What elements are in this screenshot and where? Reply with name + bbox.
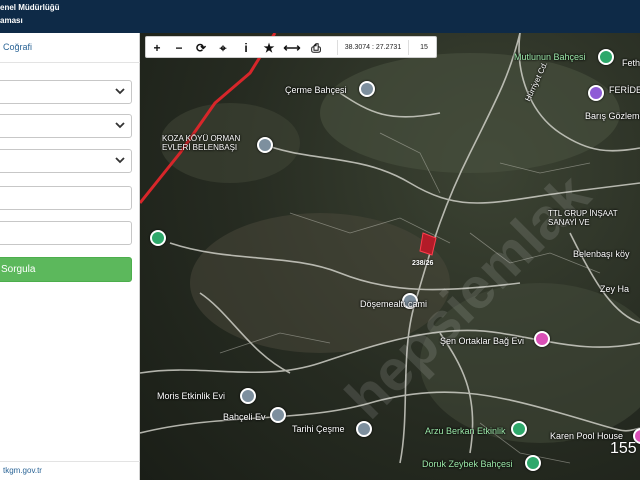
footer-link-label: tkgm.gov.tr — [3, 466, 42, 475]
neighborhood-select[interactable] — [0, 149, 132, 173]
place-label: Feth — [622, 58, 640, 68]
place-label: Belenbaşı köy — [573, 249, 630, 259]
place-label: Şen Ortaklar Bağ Evi — [440, 336, 525, 346]
query-button[interactable]: Sorgula — [0, 257, 132, 282]
sidebar: Coğrafi Sorgula tkgm.gov.tr — [0, 33, 140, 480]
zoom-level: 15 — [420, 44, 428, 51]
block-input[interactable] — [0, 186, 132, 210]
place-label: KOZA KÖYÜ ORMAN EVLERİ BELENBAŞI — [162, 134, 241, 152]
map-marker-icon[interactable] — [525, 455, 541, 471]
header-bar: enel Müdürlüğü aması — [0, 0, 640, 33]
map-marker-icon[interactable] — [359, 81, 375, 97]
footer-link[interactable]: tkgm.gov.tr — [0, 461, 140, 480]
map-toolbar: + − ⟳ ⌖ i ★ ⟷ ⎙ 38.3074 : 27.2731 15 — [145, 36, 437, 58]
map-marker-icon[interactable] — [150, 230, 166, 246]
info-button[interactable]: i — [237, 39, 255, 57]
map-marker-icon[interactable] — [356, 421, 372, 437]
header-subtitle: aması — [0, 16, 23, 25]
place-label: TTL GRUP İNŞAAT SANAYİ VE — [548, 209, 618, 227]
map-marker-icon[interactable] — [598, 49, 614, 65]
place-label: Mutlunun Bahçesi — [514, 52, 586, 62]
tab-cografi[interactable]: Coğrafi — [0, 33, 140, 63]
map-marker-icon[interactable] — [240, 388, 256, 404]
header-title: enel Müdürlüğü — [0, 3, 60, 12]
map-marker-icon[interactable] — [588, 85, 604, 101]
favorite-button[interactable]: ★ — [260, 39, 278, 57]
place-label: Döşemealtı cami — [360, 299, 428, 309]
place-label: Arzu Berkan Etkinlik — [425, 426, 506, 436]
locate-button[interactable]: ⌖ — [214, 39, 232, 57]
province-select[interactable] — [0, 80, 132, 104]
map-marker-icon[interactable] — [511, 421, 527, 437]
measure-button[interactable]: ⟷ — [283, 39, 301, 57]
zoom-out-button[interactable]: − — [170, 39, 188, 57]
place-label: Moris Etkinlik Evi — [157, 391, 226, 401]
place-label: Bahçeli Ev — [223, 412, 266, 422]
chevron-down-icon — [115, 157, 125, 164]
chevron-down-icon — [115, 88, 125, 95]
chevron-down-icon — [115, 122, 125, 129]
print-button[interactable]: ⎙ — [307, 39, 325, 57]
place-label: Doruk Zeybek Bahçesi — [422, 459, 513, 469]
map-marker-icon[interactable] — [270, 407, 286, 423]
map-marker-icon[interactable] — [534, 331, 550, 347]
query-button-label: Sorgula — [1, 264, 36, 275]
district-select[interactable] — [0, 114, 132, 138]
satellite-map[interactable]: hepsiemlak Mutlunun Bahçesi Çerme Bahçes… — [140, 33, 640, 480]
place-label: Zey Ha — [600, 284, 630, 294]
refresh-button[interactable]: ⟳ — [192, 39, 210, 57]
zoom-in-button[interactable]: + — [148, 39, 166, 57]
place-label: Tarihi Çeşme — [292, 424, 345, 434]
coordinate-readout: 38.3074 : 27.2731 — [337, 40, 409, 55]
tab-cografi-label: Coğrafi — [3, 42, 33, 52]
place-label: Barış Gözleme — [585, 111, 640, 121]
place-label: FERİDE & EVE — [609, 85, 640, 95]
scale-text: 155 — [610, 440, 637, 457]
parcel-label: 238/26 — [412, 260, 434, 267]
place-label: Çerme Bahçesi — [285, 85, 347, 95]
parcel-input[interactable] — [0, 221, 132, 245]
